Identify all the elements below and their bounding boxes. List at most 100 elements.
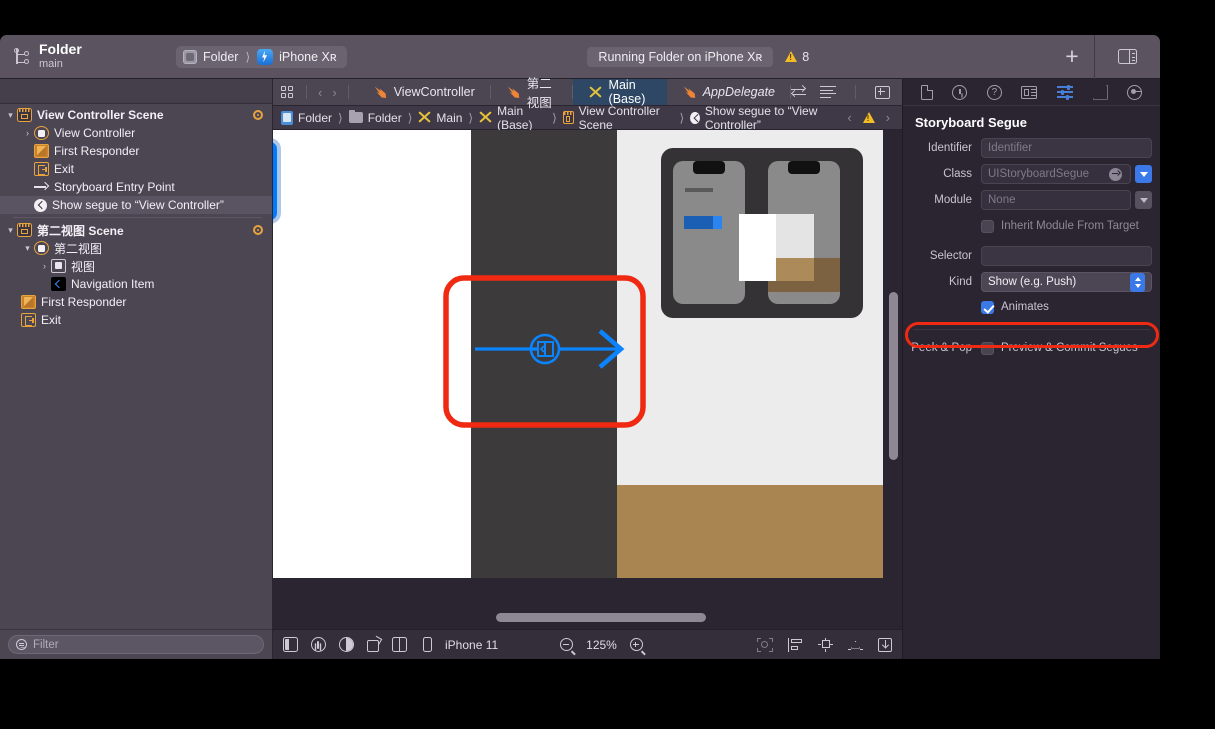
outline-row[interactable]: Exit xyxy=(0,311,272,329)
scheme-selector[interactable]: Folder main xyxy=(0,42,170,71)
kind-stepper-icon[interactable] xyxy=(1130,272,1145,292)
breadcrumb-item-folder[interactable]: Folder xyxy=(348,110,402,125)
main-split-view: ▾ View Controller Scene › View Controlle… xyxy=(0,77,1160,659)
tab-second-view[interactable]: 第二视图 xyxy=(491,77,573,110)
scene-connection-dot[interactable] xyxy=(253,225,263,235)
filter-placeholder: Filter xyxy=(33,638,59,651)
disclosure-triangle-icon[interactable]: ▾ xyxy=(4,110,17,121)
toggle-inspector-button[interactable] xyxy=(1094,35,1160,79)
tab-main-base[interactable]: Main (Base) xyxy=(572,78,667,106)
animates-row: Animates xyxy=(903,296,1160,318)
kind-select[interactable]: Show (e.g. Push) xyxy=(981,272,1152,292)
go-back-button[interactable]: ‹ xyxy=(314,85,326,100)
pin-constraints-icon[interactable] xyxy=(818,637,833,652)
embed-in-icon[interactable] xyxy=(878,637,892,652)
disclosure-triangle-icon[interactable]: › xyxy=(38,261,51,271)
tab-label: ViewController xyxy=(393,85,475,99)
zoom-in-icon[interactable] xyxy=(629,638,643,651)
canvas-horizontal-scrollbar-thumb[interactable] xyxy=(496,613,706,622)
branch-icon xyxy=(14,47,30,66)
split-view-icon[interactable] xyxy=(392,637,407,652)
disclosure-triangle-icon[interactable]: ▾ xyxy=(21,243,34,254)
file-inspector-tab-icon[interactable] xyxy=(920,84,933,100)
editor-options-icon[interactable] xyxy=(820,86,836,98)
next-issue-button[interactable]: › xyxy=(882,110,894,125)
tab-viewcontroller[interactable]: ViewController xyxy=(358,79,491,105)
view-controller-button[interactable]: ʀoller xyxy=(273,142,277,220)
outline-row[interactable]: ▾ 第二视图 xyxy=(0,239,272,257)
breadcrumb-item-scene[interactable]: View Controller Scene xyxy=(562,104,674,132)
resolve-auto-layout-issues-icon[interactable] xyxy=(757,637,773,652)
accessibility-icon[interactable] xyxy=(311,637,326,652)
class-dropdown-button[interactable] xyxy=(1135,165,1152,183)
inherit-module-checkbox[interactable] xyxy=(981,219,994,233)
class-input[interactable]: UIStoryboardSegue xyxy=(981,164,1131,184)
zoom-out-icon[interactable] xyxy=(560,638,574,651)
tab-appdelegate[interactable]: AppDelegate xyxy=(667,79,791,105)
align-icon[interactable] xyxy=(788,637,803,652)
canvas-device-label[interactable]: iPhone 11 xyxy=(445,638,498,652)
outline-divider xyxy=(13,217,262,218)
outline-label: First Responder xyxy=(41,295,127,309)
swap-editors-icon[interactable] xyxy=(790,84,807,99)
orientation-icon[interactable] xyxy=(367,639,379,652)
help-inspector-tab-icon[interactable]: ? xyxy=(986,84,1002,100)
jump-to-definition-icon[interactable] xyxy=(1109,167,1122,181)
animates-checkbox-group[interactable]: Animates xyxy=(981,300,1049,314)
class-value: UIStoryboardSegue xyxy=(988,168,1090,180)
outline-label: Show segue to “View Controller” xyxy=(52,198,224,212)
breadcrumb-item-project[interactable]: Folder xyxy=(281,110,332,125)
canvas-vertical-scrollbar[interactable] xyxy=(889,292,898,460)
tab-grid-icon[interactable] xyxy=(281,85,295,99)
breadcrumb-item-segue[interactable]: Show segue to “View Controller” xyxy=(690,104,843,132)
identity-inspector-tab-icon[interactable] xyxy=(1021,85,1038,99)
history-inspector-tab-icon[interactable] xyxy=(952,84,968,100)
outline-row-selected-segue[interactable]: Show segue to “View Controller” xyxy=(0,196,272,214)
outline-row[interactable]: First Responder xyxy=(0,293,272,311)
disclosure-triangle-icon[interactable]: ▾ xyxy=(4,225,17,236)
module-input[interactable]: None xyxy=(981,190,1131,210)
device-icon[interactable] xyxy=(423,637,432,652)
outline-row[interactable]: First Responder xyxy=(0,142,272,160)
warning-triangle-icon[interactable] xyxy=(862,112,875,123)
canvas-scene-left[interactable]: ʀoller xyxy=(273,130,471,578)
outline-row[interactable]: ▾ View Controller Scene xyxy=(0,106,272,124)
preview-commit-checkbox-group[interactable]: Preview & Commit Segues xyxy=(981,341,1138,355)
inherit-module-checkbox-group[interactable]: Inherit Module From Target xyxy=(981,219,1139,233)
storyboard-canvas[interactable]: ʀoller xyxy=(273,130,902,629)
warning-indicator[interactable]: 8 xyxy=(785,50,809,64)
outline-row[interactable]: ▾ 第二视图 Scene xyxy=(0,221,272,239)
filter-input[interactable]: Filter xyxy=(8,635,264,654)
add-editor-icon[interactable] xyxy=(875,85,890,99)
outline-row[interactable]: › View Controller xyxy=(0,124,272,142)
outline-label: 视图 xyxy=(71,259,96,274)
outline-label: Storyboard Entry Point xyxy=(54,180,175,194)
scheme-destination-chip[interactable]: Folder ⟩ iPhone Xʀ xyxy=(176,45,347,68)
add-new-constraints-icon[interactable] xyxy=(848,638,863,652)
scene-connection-dot[interactable] xyxy=(253,110,263,120)
canvas-zoom-level[interactable]: 125% xyxy=(586,638,617,652)
identifier-input[interactable]: Identifier xyxy=(981,138,1152,158)
preview-commit-checkbox[interactable] xyxy=(981,341,994,355)
attributes-inspector-tab-icon[interactable] xyxy=(1057,84,1074,100)
add-library-button[interactable]: + xyxy=(1050,45,1094,68)
navigator-tabbar[interactable] xyxy=(0,79,272,104)
appearance-contrast-icon[interactable] xyxy=(339,637,354,652)
module-dropdown-button[interactable] xyxy=(1135,191,1152,209)
project-icon xyxy=(281,110,293,125)
connections-inspector-tab-icon[interactable] xyxy=(1127,84,1143,100)
breadcrumb-item-main[interactable]: Main xyxy=(418,111,462,125)
selector-input[interactable] xyxy=(981,246,1152,266)
inspector-tab-bar: ? xyxy=(903,79,1160,106)
outline-row[interactable]: Exit xyxy=(0,160,272,178)
go-forward-button[interactable]: › xyxy=(328,85,340,100)
disclosure-triangle-icon[interactable]: › xyxy=(21,128,34,138)
animates-checkbox[interactable] xyxy=(981,300,994,314)
previous-issue-button[interactable]: ‹ xyxy=(843,110,855,125)
outline-row[interactable]: Navigation Item xyxy=(0,275,272,293)
breadcrumb-label: Show segue to “View Controller” xyxy=(704,103,818,132)
size-inspector-tab-icon[interactable] xyxy=(1093,85,1108,100)
outline-row[interactable]: Storyboard Entry Point xyxy=(0,178,272,196)
document-outline-toggle-icon[interactable] xyxy=(283,637,298,652)
outline-row[interactable]: › 视图 xyxy=(0,257,272,275)
